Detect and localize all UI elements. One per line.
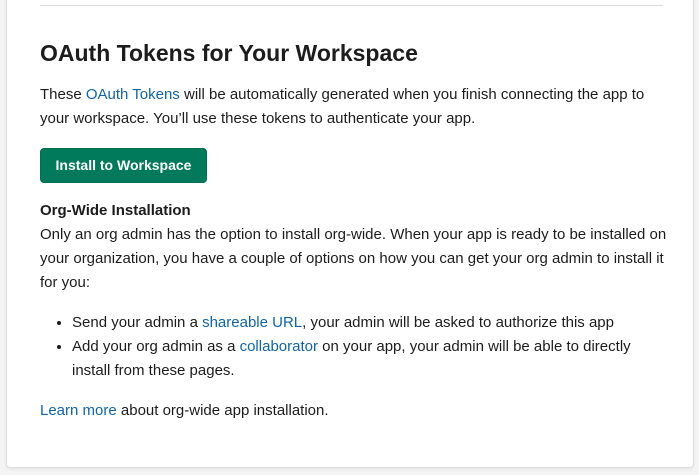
org-wide-heading: Org-Wide Installation xyxy=(40,202,191,219)
learn-more-text-after: about org-wide app installation. xyxy=(116,402,329,419)
shareable-url-link[interactable]: shareable URL xyxy=(202,314,302,331)
oauth-tokens-card: OAuth Tokens for Your Workspace These OA… xyxy=(6,0,694,468)
collaborator-link[interactable]: collaborator xyxy=(240,338,318,355)
intro-text-before: These xyxy=(40,86,86,103)
section-divider xyxy=(40,5,663,6)
option-text-before: Add your org admin as a xyxy=(72,338,240,355)
option-text-before: Send your admin a xyxy=(72,314,203,331)
org-wide-description: Only an org admin has the option to inst… xyxy=(40,226,667,291)
oauth-intro-paragraph: These OAuth Tokens will be automatically… xyxy=(40,83,668,131)
learn-more-paragraph: Learn more about org-wide app installati… xyxy=(40,399,668,423)
option-text-after: , your admin will be asked to authorize … xyxy=(302,314,614,331)
org-wide-options-list: Send your admin a shareable URL, your ad… xyxy=(40,311,670,383)
list-item: Send your admin a shareable URL, your ad… xyxy=(72,311,670,335)
install-to-workspace-button[interactable]: Install to Workspace xyxy=(40,148,207,183)
oauth-tokens-link[interactable]: OAuth Tokens xyxy=(86,86,180,103)
list-item: Add your org admin as a collaborator on … xyxy=(72,335,670,383)
page-title: OAuth Tokens for Your Workspace xyxy=(40,40,418,66)
learn-more-link[interactable]: Learn more xyxy=(40,402,117,419)
